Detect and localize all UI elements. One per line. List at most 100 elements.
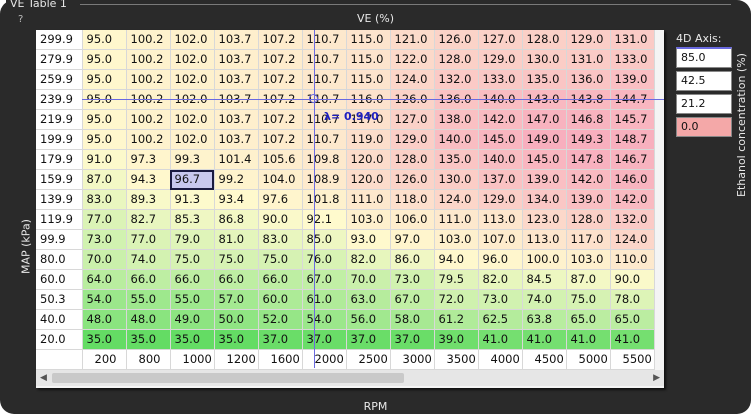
ve-cell[interactable]: 129.0 (566, 30, 611, 50)
map-axis-cell[interactable]: 40.0 (36, 309, 83, 330)
ve-cell[interactable]: 122.0 (390, 49, 435, 70)
ve-cell[interactable]: 67.0 (390, 289, 435, 310)
ve-cell[interactable]: 85.3 (170, 209, 215, 230)
ve-cell[interactable]: 79.0 (170, 229, 215, 250)
ve-cell[interactable]: 72.0 (434, 289, 479, 310)
ve-cell[interactable]: 118.0 (390, 189, 435, 210)
ve-cell[interactable]: 86.0 (390, 249, 435, 270)
ve-cell[interactable]: 100.0 (522, 249, 567, 270)
ve-cell[interactable]: 107.2 (258, 109, 303, 130)
ve-cell[interactable]: 117.0 (566, 229, 611, 250)
ve-cell[interactable]: 95.0 (82, 129, 127, 150)
ve-cell[interactable]: 124.0 (434, 189, 479, 210)
ve-cell[interactable]: 87.0 (82, 169, 127, 190)
ve-cell[interactable]: 119.0 (346, 129, 391, 150)
ve-cell[interactable]: 128.0 (566, 209, 611, 230)
ve-cell[interactable]: 81.0 (214, 229, 259, 250)
ve-cell[interactable]: 107.0 (478, 229, 523, 250)
ve-cell[interactable]: 73.0 (478, 289, 523, 310)
ve-cell[interactable]: 120.0 (346, 149, 391, 170)
rpm-axis-cell[interactable]: 2500 (346, 349, 391, 370)
ve-cell[interactable]: 91.3 (170, 189, 215, 210)
ve-cell[interactable]: 145.0 (522, 149, 567, 170)
ve-cell[interactable]: 86.8 (214, 209, 259, 230)
ve-cell[interactable]: 97.3 (126, 149, 171, 170)
rpm-axis-cell[interactable]: 1000 (170, 349, 215, 370)
ve-cell[interactable]: 37.0 (390, 329, 435, 350)
ve-cell[interactable]: 56.0 (346, 309, 391, 330)
rpm-axis-cell[interactable]: 3000 (390, 349, 435, 370)
ve-cell[interactable]: 100.2 (126, 49, 171, 70)
map-axis-cell[interactable]: 139.9 (36, 189, 83, 210)
ve-cell[interactable]: 142.0 (566, 169, 611, 190)
ve-cell[interactable]: 41.0 (478, 329, 523, 350)
ve-cell[interactable]: 70.0 (82, 249, 127, 270)
ve-cell[interactable]: 79.5 (434, 269, 479, 290)
rpm-axis-cell[interactable]: 5000 (566, 349, 611, 370)
ve-cell[interactable]: 110.0 (610, 249, 655, 270)
ve-cell[interactable]: 90.0 (610, 269, 655, 290)
ve-cell[interactable]: 35.0 (214, 329, 259, 350)
ve-cell[interactable]: 131.0 (566, 49, 611, 70)
map-axis-cell[interactable]: 159.9 (36, 169, 83, 190)
ve-cell[interactable]: 130.0 (434, 169, 479, 190)
ve-cell[interactable]: 110.7 (302, 129, 347, 150)
ve-cell[interactable]: 37.0 (346, 329, 391, 350)
ve-cell[interactable]: 78.0 (610, 289, 655, 310)
ve-cell[interactable]: 102.0 (170, 69, 215, 90)
map-axis-cell[interactable]: 50.3 (36, 289, 83, 310)
ve-cell[interactable]: 123.0 (522, 209, 567, 230)
ve-cell[interactable]: 109.8 (302, 149, 347, 170)
ve-cell[interactable]: 121.0 (390, 30, 435, 50)
ve-cell[interactable]: 100.2 (126, 69, 171, 90)
ve-cell[interactable]: 84.5 (522, 269, 567, 290)
ve-cell[interactable]: 41.0 (522, 329, 567, 350)
ve-cell[interactable]: 124.0 (610, 229, 655, 250)
ve-cell[interactable]: 60.0 (258, 289, 303, 310)
horizontal-scrollbar[interactable]: ◀ ▶ (36, 370, 664, 386)
ve-cell[interactable]: 66.0 (126, 269, 171, 290)
ve-cell[interactable]: 50.0 (214, 309, 259, 330)
ve-cell[interactable]: 83.0 (258, 229, 303, 250)
ve-cell[interactable]: 103.7 (214, 49, 259, 70)
ve-cell[interactable]: 127.0 (478, 30, 523, 50)
ve-cell[interactable]: 128.0 (522, 30, 567, 50)
ve-cell[interactable]: 48.0 (126, 309, 171, 330)
ve-cell[interactable]: 64.0 (82, 269, 127, 290)
ve-cell[interactable]: 100.2 (126, 109, 171, 130)
ve-cell[interactable]: 52.0 (258, 309, 303, 330)
ve-cell[interactable]: 54.0 (82, 289, 127, 310)
ve-cell[interactable]: 133.0 (478, 69, 523, 90)
ve-cell[interactable]: 110.7 (302, 30, 347, 50)
ve-cell[interactable]: 105.6 (258, 149, 303, 170)
ve-cell[interactable]: 61.0 (302, 289, 347, 310)
ve-cell[interactable]: 106.0 (390, 209, 435, 230)
map-axis-cell[interactable]: 299.9 (36, 30, 83, 50)
ve-cell[interactable]: 35.0 (82, 329, 127, 350)
ve-cell[interactable]: 126.0 (434, 30, 479, 50)
ve-cell[interactable]: 55.0 (170, 289, 215, 310)
ve-cell[interactable]: 67.0 (302, 269, 347, 290)
ve-cell[interactable]: 97.0 (390, 229, 435, 250)
ve-cell[interactable]: 66.0 (258, 269, 303, 290)
ve-cell[interactable]: 41.0 (566, 329, 611, 350)
ve-cell[interactable]: 136.0 (566, 69, 611, 90)
ve-cell[interactable]: 146.7 (610, 149, 655, 170)
ve-cell[interactable]: 145.7 (610, 109, 655, 130)
map-axis-cell[interactable]: 80.0 (36, 249, 83, 270)
ve-cell[interactable]: 102.0 (170, 109, 215, 130)
ve-cell[interactable]: 75.0 (258, 249, 303, 270)
ve-cell[interactable]: 140.0 (434, 129, 479, 150)
ve-cell[interactable]: 99.3 (170, 149, 215, 170)
ve-cell[interactable]: 82.0 (478, 269, 523, 290)
ve-cell[interactable]: 147.0 (522, 109, 567, 130)
rpm-axis-cell[interactable]: 1200 (214, 349, 259, 370)
ve-cell[interactable]: 73.0 (390, 269, 435, 290)
ve-cell[interactable]: 113.0 (522, 229, 567, 250)
map-axis-cell[interactable]: 179.9 (36, 149, 83, 170)
ve-cell[interactable]: 132.0 (610, 209, 655, 230)
ve-cell[interactable]: 82.0 (346, 249, 391, 270)
ve-cell[interactable]: 74.0 (126, 249, 171, 270)
ve-cell[interactable]: 54.0 (302, 309, 347, 330)
ve-cell[interactable]: 95.0 (82, 30, 127, 50)
